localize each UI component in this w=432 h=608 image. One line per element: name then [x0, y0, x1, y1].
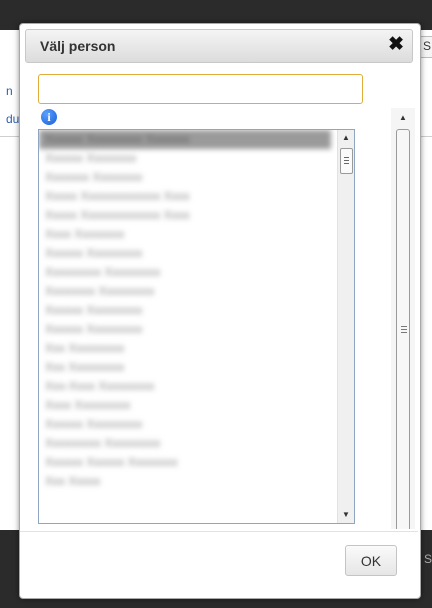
grip-line: [401, 326, 407, 327]
person-list: Xxxxxx Xxxxxxxxx Xxxxxxx Xxxxxx Xxxxxxxx X…: [39, 130, 354, 491]
list-item[interactable]: Xxxxxx Xxxxxxxxx: [39, 244, 354, 263]
ok-button[interactable]: OK: [345, 545, 397, 576]
dialog-footer-divider: [20, 531, 418, 532]
info-icon[interactable]: i: [41, 109, 57, 125]
list-item[interactable]: Xxxxxx Xxxxxx Xxxxxxxx: [39, 453, 354, 472]
background-link[interactable]: n: [6, 84, 13, 98]
list-item[interactable]: Xxxxxxxxx Xxxxxxxxx: [39, 434, 354, 453]
dialog-scroll-thumb[interactable]: [396, 129, 410, 529]
select-person-dialog: Välj person ✖ i Xxxxxx Xxxxxxxxx Xxxxxxx…: [19, 23, 421, 599]
dialog-content: i Xxxxxx Xxxxxxxxx Xxxxxxx Xxxxxx Xxxxxxx…: [20, 66, 418, 529]
grip-line: [401, 329, 407, 330]
arrow-down-icon[interactable]: ▼: [338, 507, 354, 523]
list-item[interactable]: Xxxxxx Xxxxxxxxx Xxxxxxx: [39, 130, 331, 149]
list-scrollbar[interactable]: ▲ ▼: [337, 130, 354, 523]
close-icon[interactable]: ✖: [388, 34, 404, 56]
background-bottom-text: S: [424, 552, 432, 566]
grip-line: [344, 157, 349, 158]
list-item[interactable]: Xxx Xxxxxxxxx: [39, 339, 354, 358]
dialog-scrollbar[interactable]: ▲ ▼: [391, 108, 415, 529]
list-item[interactable]: Xxx Xxxxx: [39, 472, 354, 491]
list-item[interactable]: Xxxx Xxxxxxxxx: [39, 396, 354, 415]
grip-line: [344, 160, 349, 161]
person-listbox[interactable]: Xxxxxx Xxxxxxxxx Xxxxxxx Xxxxxx Xxxxxxxx X…: [38, 129, 355, 524]
list-item[interactable]: Xxxxxx Xxxxxxxxx: [39, 301, 354, 320]
list-item[interactable]: Xxxxx Xxxxxxxxxxxxx Xxxx: [39, 187, 354, 206]
background-divider-left: [0, 136, 20, 137]
background-link[interactable]: du: [6, 112, 19, 126]
list-item[interactable]: Xxx-Xxxx Xxxxxxxxx: [39, 377, 354, 396]
list-item[interactable]: Xxxxxx Xxxxxxxxx: [39, 320, 354, 339]
search-input[interactable]: [38, 74, 363, 104]
dialog-titlebar: Välj person ✖: [25, 29, 413, 63]
list-scroll-thumb[interactable]: [340, 148, 353, 174]
list-item[interactable]: Xxx Xxxxxxxxx: [39, 358, 354, 377]
list-item[interactable]: Xxxxxxxx Xxxxxxxxx: [39, 282, 354, 301]
list-item[interactable]: Xxxx Xxxxxxxx: [39, 225, 354, 244]
arrow-up-icon[interactable]: ▲: [395, 110, 411, 126]
list-item[interactable]: Xxxxx Xxxxxxxxxxxxx Xxxx: [39, 206, 354, 225]
list-item[interactable]: Xxxxxxxxx Xxxxxxxxx: [39, 263, 354, 282]
dialog-title: Välj person: [40, 38, 116, 54]
list-item[interactable]: Xxxxxx Xxxxxxxxx: [39, 415, 354, 434]
grip-line: [344, 163, 349, 164]
list-item[interactable]: Xxxxxx Xxxxxxxx: [39, 149, 354, 168]
list-item[interactable]: Xxxxxxx Xxxxxxxx: [39, 168, 354, 187]
arrow-up-icon[interactable]: ▲: [338, 130, 354, 146]
grip-line: [401, 332, 407, 333]
